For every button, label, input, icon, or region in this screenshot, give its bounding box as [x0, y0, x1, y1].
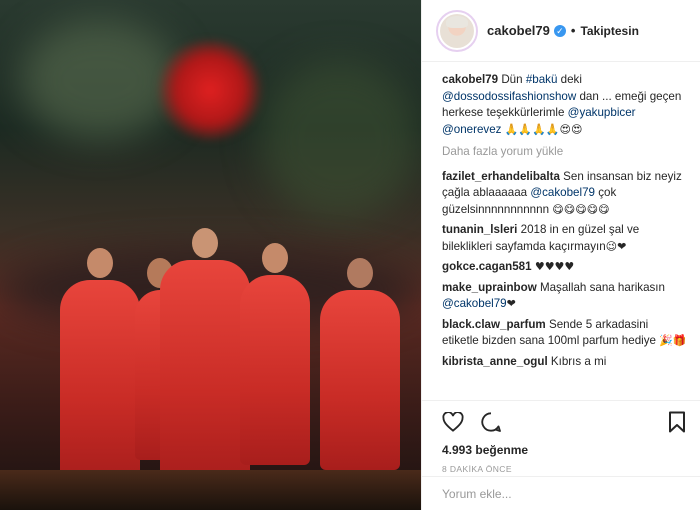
comment-username[interactable]: black.claw_parfum — [442, 318, 546, 331]
comment-emoji: 😉❤ — [605, 239, 627, 253]
brand-logo-sign — [155, 40, 265, 140]
verified-badge-icon: ✓ — [553, 25, 566, 37]
bookmark-icon[interactable] — [668, 411, 686, 433]
runway-floor — [0, 470, 421, 510]
comment-item: gokce.cagan581 ♥♥♥♥ — [442, 259, 688, 276]
comment-item: fazilet_erhandelibalta Sen insansan biz … — [442, 169, 688, 219]
post-header: cakobel79 ✓ • Takiptesin — [422, 0, 700, 62]
model-figure — [320, 258, 400, 470]
load-more-comments-link[interactable]: Daha fazla yorum yükle — [442, 144, 688, 161]
add-comment-bar — [422, 476, 700, 510]
comment-username[interactable]: fazilet_erhandelibalta — [442, 170, 560, 183]
post-side-panel: cakobel79 ✓ • Takiptesin cakobel79 Dün #bak… — [421, 0, 700, 510]
username-link[interactable]: cakobel79 — [487, 23, 550, 38]
caption-username[interactable]: cakobel79 — [442, 73, 498, 86]
caption-text: deki — [557, 73, 582, 86]
comment-username[interactable]: make_uprainbow — [442, 281, 537, 294]
comment-item: make_uprainbow Maşallah sana harikasın @… — [442, 280, 688, 313]
comment-text: Maşallah sana harikasın — [539, 280, 665, 294]
comment-item: black.claw_parfum Sende 5 arkadasini eti… — [442, 317, 688, 350]
comment-username[interactable]: gokce.cagan581 — [442, 260, 532, 273]
post-author: cakobel79 ✓ • Takiptesin — [487, 23, 639, 38]
comments-list: cakobel79 Dün #bakü deki @dossodossifash… — [442, 72, 688, 394]
mention-link[interactable]: @cakobel79 — [442, 297, 507, 310]
model-figure — [60, 248, 140, 480]
comment-emoji: ❤ — [506, 297, 516, 310]
comment-input[interactable] — [442, 486, 680, 501]
model-figure — [160, 228, 250, 480]
comment-username[interactable]: tunanin_lsleri — [442, 223, 517, 236]
comment-emoji: 😋😋😋😋😋 — [552, 202, 610, 216]
comment-item: tunanin_lsleri 2018 in en güzel şal ve b… — [442, 222, 688, 255]
caption-text: Dün — [501, 73, 526, 86]
following-button[interactable]: Takiptesin — [580, 24, 638, 38]
post-photo[interactable] — [0, 0, 421, 510]
mention-link[interactable]: @onerevez — [442, 123, 501, 136]
model-figure — [240, 243, 310, 465]
avatar[interactable] — [436, 9, 478, 52]
mention-link[interactable]: @yakupbicer — [568, 106, 636, 119]
caption-emoji: 🙏🙏🙏🙏😍😍 — [504, 122, 583, 136]
comment-text: Kıbrıs a mi — [550, 354, 607, 368]
post-actions: 4.993 beğenme 8 DAKİKA ÖNCE — [422, 400, 700, 474]
mention-link[interactable]: @dossodossifashionshow — [442, 90, 576, 103]
background-light — [260, 60, 420, 220]
heart-icon[interactable] — [442, 412, 464, 432]
comment-emoji: 🎉🎁 — [659, 334, 687, 347]
caption: cakobel79 Dün #bakü deki @dossodossifash… — [442, 72, 688, 138]
comment-icon[interactable] — [480, 411, 502, 433]
mention-link[interactable]: @cakobel79 — [530, 186, 595, 199]
comment-emoji: ♥♥♥♥ — [534, 260, 575, 273]
post-timestamp: 8 DAKİKA ÖNCE — [442, 464, 512, 474]
comment-username[interactable]: kibrista_anne_ogul — [442, 355, 548, 368]
comment-item: kibrista_anne_ogul Kıbrıs a mi — [442, 354, 688, 371]
likes-count[interactable]: 4.993 beğenme — [442, 443, 686, 457]
hashtag-link[interactable]: #bakü — [526, 73, 558, 86]
